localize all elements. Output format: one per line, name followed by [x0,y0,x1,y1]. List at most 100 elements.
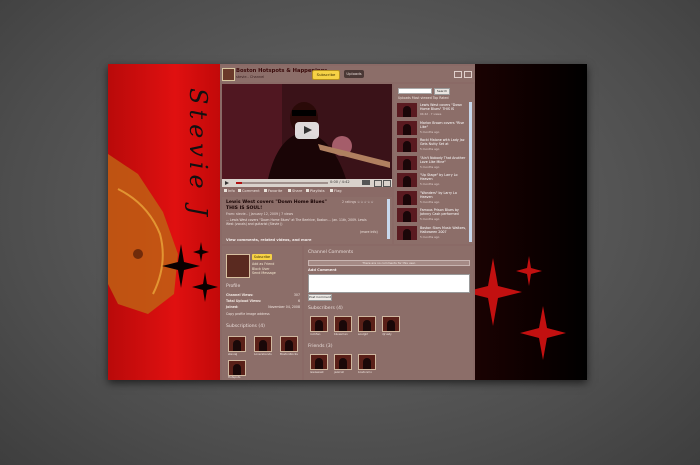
video-meta: From: stevie.. | January 12, 2009 | 7 vi… [226,212,294,216]
favorite-action[interactable]: Favorite [264,189,282,193]
video-list-item[interactable]: "Up Stage" by Larry Lo Heaven 5 months ag… [396,172,468,190]
profile-row: Channel Views: 307 [226,293,300,297]
search-button[interactable]: Search [434,88,450,95]
popout-icon[interactable] [374,180,382,187]
flag-action[interactable]: Flag [330,189,342,193]
subscribers-heading: Subscribers (4) [308,306,343,311]
video-actions: Info Comment Favorite Share Playlists Fl… [222,188,392,196]
subscriber-name[interactable]: bluesman [334,332,348,336]
profile-row: Joined: November 04, 2008 [226,305,300,309]
playlists-action[interactable]: Playlists [306,189,325,193]
fullscreen-icon[interactable] [383,180,391,187]
video-thumbnail[interactable] [397,173,417,187]
subscription-thumbnail[interactable] [280,336,298,352]
video-description: ... Lewis West covers "Down Home Blues" … [226,218,367,226]
avatar[interactable] [226,254,250,278]
list-view-icon[interactable] [464,71,472,78]
subscriber-thumbnail[interactable] [358,316,376,332]
right-background [475,64,587,380]
sidebar-scrollbar[interactable] [469,102,472,242]
post-comment-button[interactable]: Post Comment [308,294,332,301]
video-list-item[interactable]: "Ain't Nobody That Another Love Like Min… [396,155,468,173]
play-icon[interactable] [225,180,229,185]
friend-name[interactable]: jazzcat [334,370,344,374]
video-thumbnail[interactable] [397,208,417,222]
video-list-item[interactable]: Famous Prison Blues by Johnny Cash perfo… [396,207,468,225]
subscription-name[interactable]: Hotspots [228,375,240,379]
subscriber-thumbnail[interactable] [382,316,400,332]
view-more-link[interactable]: View comments, related videos, and more [226,238,311,242]
channel-content: Boston Hotspots & Happenings stevie.. Ch… [220,64,475,380]
video-list-item[interactable]: Boston Stars Music Waltzes, Halloween 20… [396,225,468,243]
copy-profile-link[interactable]: Copy profile image address [226,312,300,316]
channel-page: Stevie J Boston Hotspots & Happenings st… [108,64,587,380]
channel-header: Boston Hotspots & Happenings stevie.. Ch… [220,66,475,82]
subscription-thumbnail[interactable] [228,336,246,352]
subscriber-name[interactable]: djrusty [382,332,392,336]
profile-heading: Profile [226,284,241,289]
subscription-name[interactable]: Loversbands [254,352,272,356]
subscriptions-heading: Subscriptions (4) [226,324,265,329]
friend-thumbnail[interactable] [310,354,328,370]
more-info-link[interactable]: (more info) [360,230,378,234]
search-input[interactable] [398,88,432,94]
subscription-thumbnail[interactable] [254,336,272,352]
video-thumbnail[interactable] [397,190,417,205]
subscription-name[interactable]: stevieJ [228,352,237,356]
video-thumbnail[interactable] [397,225,417,240]
video-list-item[interactable]: Marlon Brown covers "Rise Like" 5 months … [396,120,468,138]
profile-panel: Subscribe Add as Friend Block User Send … [222,246,302,380]
subscriber-thumbnail[interactable] [310,316,328,332]
profile-subscribe-button[interactable]: Subscribe [252,254,272,260]
play-button[interactable] [295,122,319,139]
friend-thumbnail[interactable] [358,354,376,370]
video-thumbnail[interactable] [397,155,417,170]
subscription-thumbnail[interactable] [228,360,246,376]
description-scrollbar[interactable] [387,199,390,239]
volume-icon[interactable] [362,180,370,185]
share-action[interactable]: Share [288,189,302,193]
comment-textarea[interactable] [308,274,470,293]
friend-name[interactable]: lewiswest [310,370,324,374]
video-sidebar: Search Uploads Most viewed Top Rated Lew… [394,84,474,244]
block-user-link[interactable]: Block User [252,267,269,271]
video-player[interactable] [222,84,392,179]
channel-logo[interactable] [222,68,235,81]
video-thumbnail[interactable] [397,120,417,135]
grid-view-icon[interactable] [454,71,462,78]
add-friend-link[interactable]: Add as Friend [252,262,274,266]
add-comment-label: Add Comment [308,268,337,272]
signature-text: Stevie J [184,88,212,221]
profile-row: Total Upload Views: 6 [226,299,300,303]
channel-subtitle: stevie.. Channel [236,75,265,79]
stevie-j-signature: Stevie J [184,88,212,221]
subscribe-button[interactable]: Subscribe [312,70,340,80]
time-readout: 0:00 / 4:42 [330,180,350,184]
video-title: Lewis West covers "Down Home Blues" THIS… [226,200,327,211]
video-thumbnail[interactable] [397,138,417,152]
comment-action[interactable]: Comment [238,189,260,193]
video-list-item[interactable]: "Wonders" by Larry Lo Heaven 5 months ago [396,190,468,208]
friend-thumbnail[interactable] [334,354,352,370]
subscriber-name[interactable]: soulgirl [358,332,368,336]
comments-panel: Channel Comments There are no comments f… [304,246,473,380]
subscriber-thumbnail[interactable] [334,316,352,332]
rating-stars-icon: ☆☆☆☆☆ [357,200,374,204]
seek-bar[interactable] [236,182,328,184]
video-rating: 2 ratings ☆☆☆☆☆ [342,200,374,204]
subscriber-name[interactable]: rockfan [310,332,320,336]
subscription-name[interactable]: BostonRocks [280,352,298,356]
send-message-link[interactable]: Send Message [252,271,276,275]
no-comments-notice: There are no comments for this user. [308,260,470,266]
video-list: Lewis West covers "Down Home Blues" THIS… [396,102,468,242]
channel-lower-section: Subscribe Add as Friend Block User Send … [220,246,475,380]
video-list-item[interactable]: Lewis West covers "Down Home Blues" THIS… [396,102,468,120]
video-list-item[interactable]: Rocki Malone with Lady Jaz Gets Nutty Se… [396,137,468,155]
friend-name[interactable]: bostonmo [358,370,372,374]
video-list-tabs[interactable]: Uploads Most viewed Top Rated [398,96,449,100]
player-controls: 0:00 / 4:42 [222,179,392,187]
video-thumbnail[interactable] [397,103,417,117]
info-action[interactable]: Info [224,189,235,193]
uploads-button[interactable]: Uploads [344,70,364,78]
channel-comments-heading: Channel Comments [308,250,354,255]
